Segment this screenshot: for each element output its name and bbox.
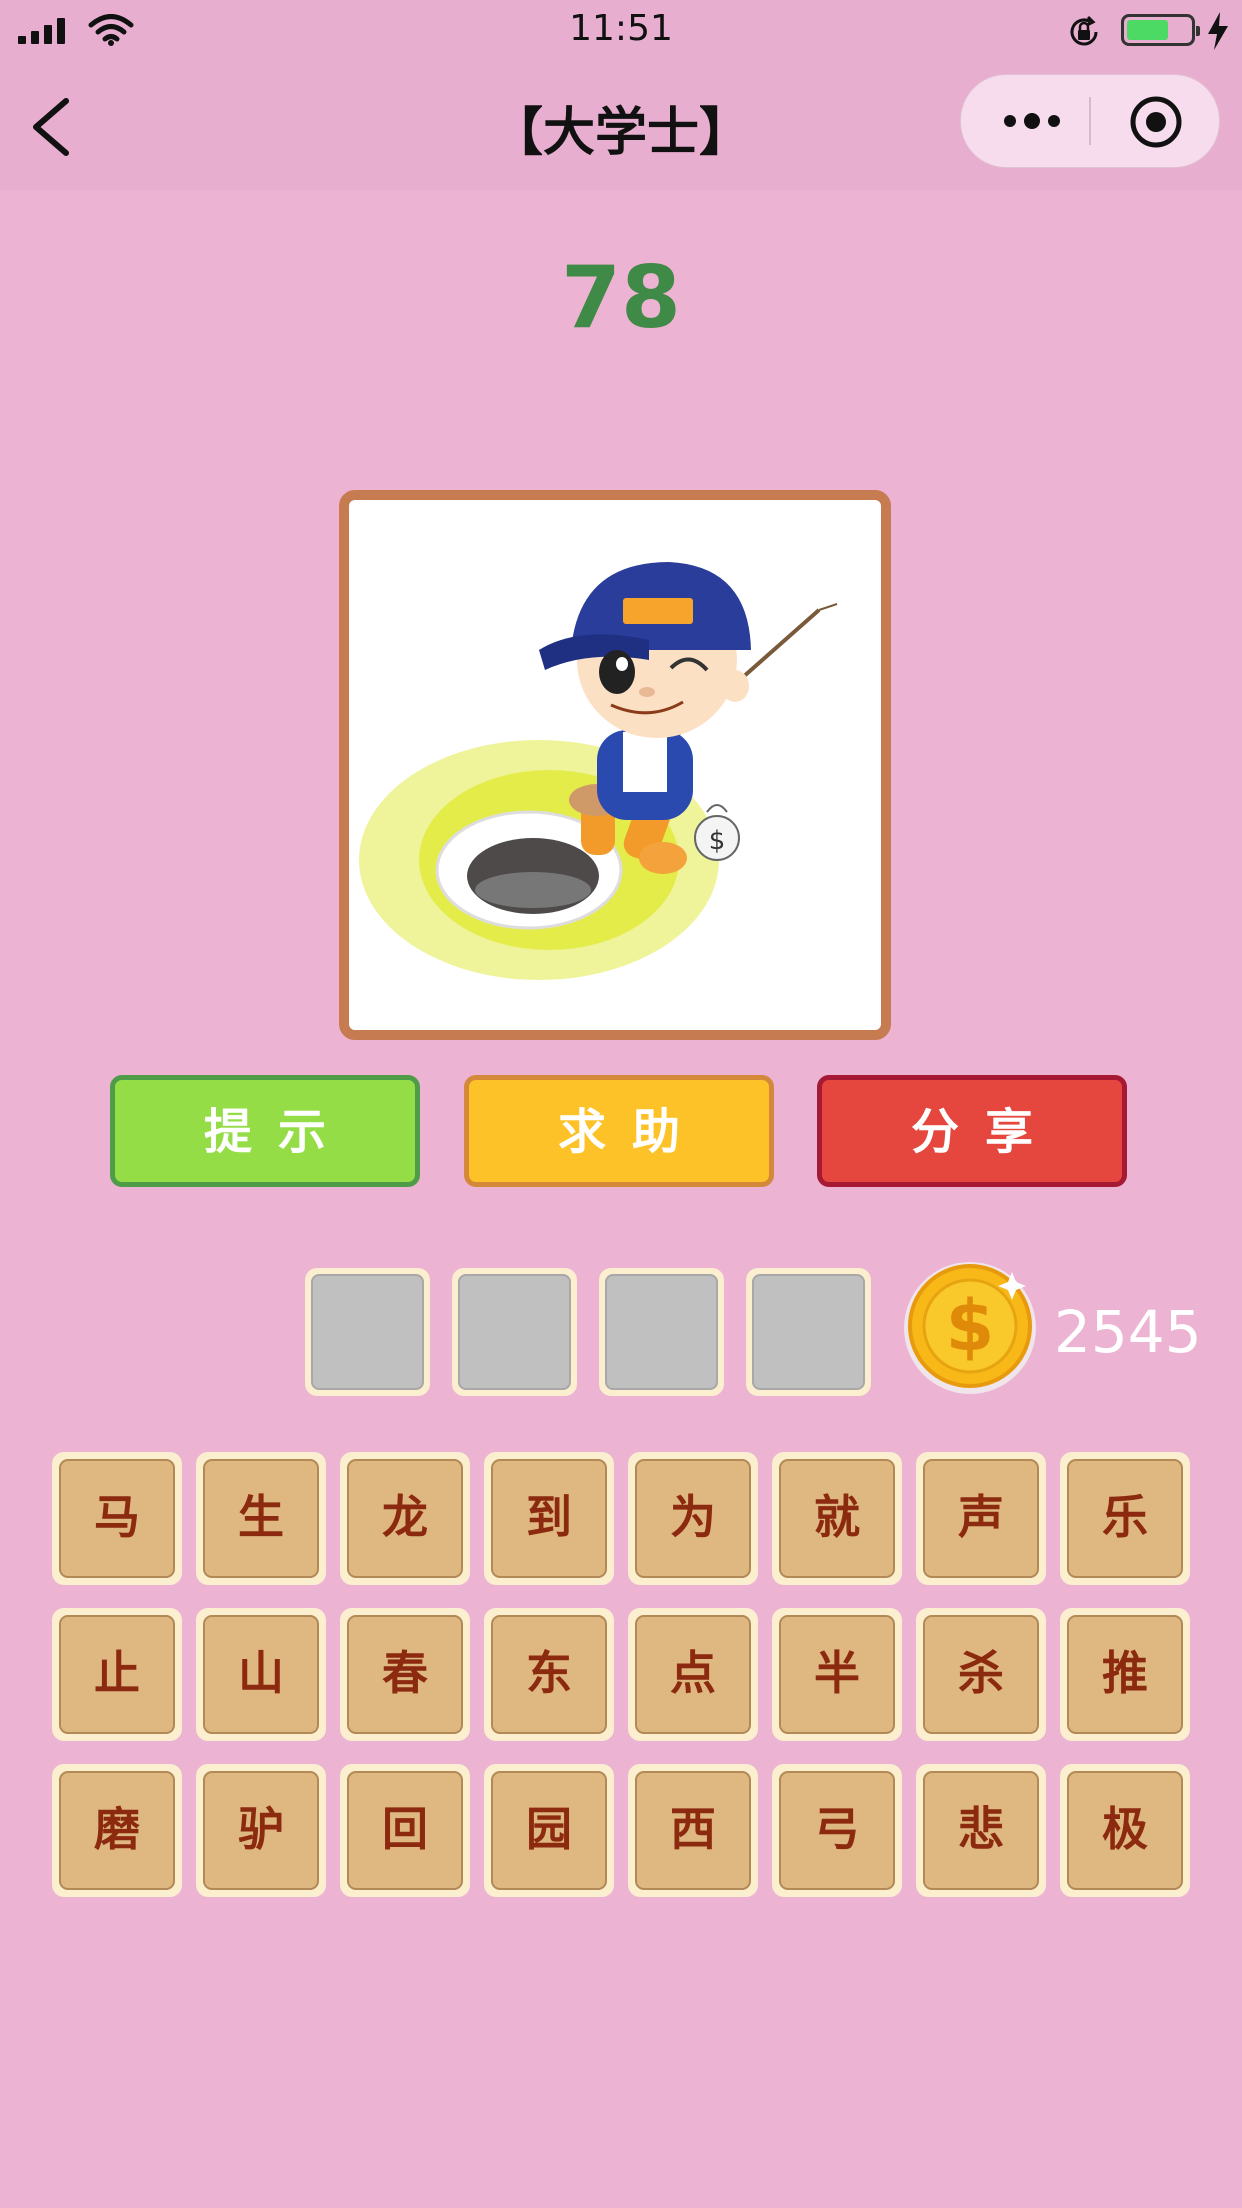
char-tile[interactable]: 东: [484, 1608, 614, 1741]
char-tile[interactable]: 磨: [52, 1764, 182, 1897]
rotation-lock-icon: [1070, 15, 1098, 46]
char-tile[interactable]: 驴: [196, 1764, 326, 1897]
coin-icon: $: [904, 1262, 1036, 1394]
puzzle-illustration: $: [359, 562, 838, 980]
char-tile[interactable]: 推: [1060, 1608, 1190, 1741]
puzzle-image: $: [339, 490, 891, 1040]
share-button[interactable]: 分享: [817, 1075, 1127, 1187]
battery-icon: [1121, 14, 1200, 46]
char-tile[interactable]: 回: [340, 1764, 470, 1897]
status-bar: 11:51: [0, 0, 1242, 62]
char-tile[interactable]: 止: [52, 1608, 182, 1741]
char-tile[interactable]: 为: [628, 1452, 758, 1585]
char-tile[interactable]: 就: [772, 1452, 902, 1585]
char-tile[interactable]: 弓: [772, 1764, 902, 1897]
answer-slot[interactable]: [599, 1268, 724, 1396]
char-tile[interactable]: 悲: [916, 1764, 1046, 1897]
char-tile[interactable]: 西: [628, 1764, 758, 1897]
coin-count: 2545: [1054, 1298, 1202, 1366]
more-dots-icon[interactable]: [1001, 111, 1063, 131]
char-tile[interactable]: 杀: [916, 1608, 1046, 1741]
mini-program-capsule: [960, 74, 1220, 168]
char-tile[interactable]: 到: [484, 1452, 614, 1585]
char-tile[interactable]: 龙: [340, 1452, 470, 1585]
char-tile[interactable]: 山: [196, 1608, 326, 1741]
char-tile[interactable]: 园: [484, 1764, 614, 1897]
capsule-divider: [1089, 97, 1091, 145]
help-button[interactable]: 求助: [464, 1075, 774, 1187]
char-tile[interactable]: 生: [196, 1452, 326, 1585]
answer-slot[interactable]: [746, 1268, 871, 1396]
char-tile[interactable]: 乐: [1060, 1452, 1190, 1585]
char-tile[interactable]: 春: [340, 1608, 470, 1741]
answer-slot[interactable]: [305, 1268, 430, 1396]
answer-slot[interactable]: [452, 1268, 577, 1396]
target-icon[interactable]: [1129, 95, 1183, 149]
char-tile[interactable]: 半: [772, 1608, 902, 1741]
level-number: 78: [561, 248, 681, 348]
char-tile[interactable]: 马: [52, 1452, 182, 1585]
svg-text:$: $: [946, 1285, 995, 1367]
charging-bolt-icon: [1208, 12, 1228, 50]
hint-button[interactable]: 提示: [110, 1075, 420, 1187]
char-tile[interactable]: 点: [628, 1608, 758, 1741]
char-tile[interactable]: 声: [916, 1452, 1046, 1585]
svg-text:$: $: [709, 826, 726, 856]
status-time: 11:51: [569, 8, 673, 49]
char-tile[interactable]: 极: [1060, 1764, 1190, 1897]
